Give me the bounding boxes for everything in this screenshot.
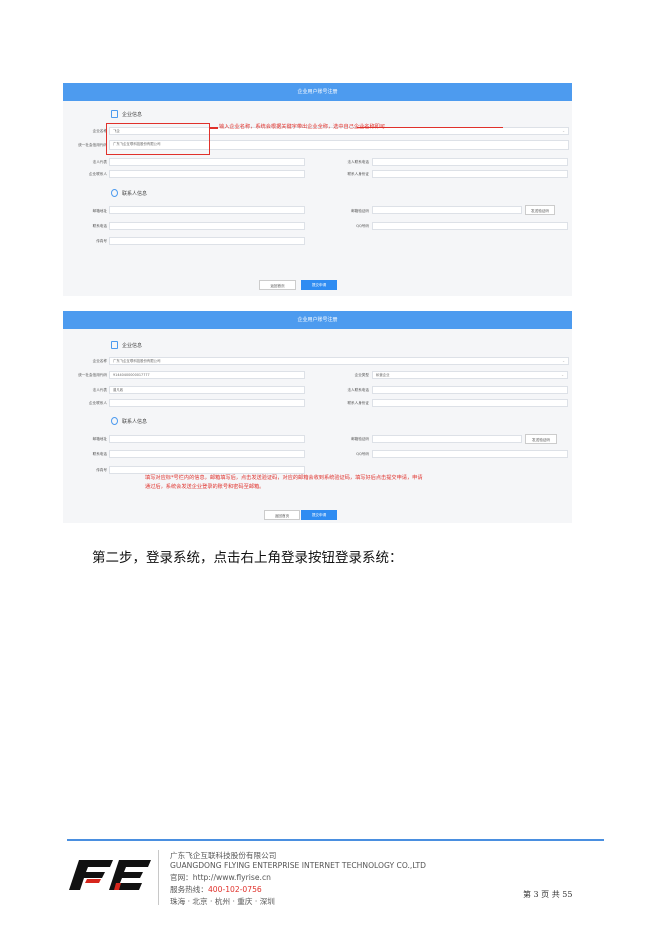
legal-rep-input[interactable] bbox=[109, 158, 305, 166]
email-code-label: 邮箱验证码 bbox=[351, 209, 369, 213]
send-code-button[interactable]: 发送验证码 bbox=[525, 434, 557, 444]
document-icon bbox=[111, 110, 118, 118]
footer-rule bbox=[67, 839, 604, 841]
document-icon bbox=[111, 341, 118, 349]
credit-code-label: 统一社会信用代码 bbox=[78, 143, 107, 147]
registration-form-screenshot-2: 企业用户账号注册 企业信息 企业名称 广东飞企互联科技股份有限公司 ⌄ 统一社会信… bbox=[63, 311, 572, 523]
email-code-input[interactable] bbox=[372, 206, 522, 214]
section-company-info: 企业信息 bbox=[111, 341, 142, 349]
company-logo: FE bbox=[69, 860, 151, 890]
legal-rep-input[interactable]: 曾凡政 bbox=[109, 386, 305, 394]
footer-cities: 珠海 · 北京 · 杭州 · 重庆 · 深圳 bbox=[170, 897, 275, 906]
company-contact-input[interactable] bbox=[109, 399, 305, 407]
page-number: 第 3 页 共 55 bbox=[523, 890, 573, 899]
contact-id-label: 联系人身份证 bbox=[347, 172, 369, 176]
email-label: 邮箱地址 bbox=[92, 437, 107, 441]
chevron-down-icon: ⌄ bbox=[562, 129, 565, 133]
footer-company-en: GUANGDONG FLYING ENTERPRISE INTERNET TEC… bbox=[170, 861, 427, 870]
submit-button[interactable]: 提交申请 bbox=[301, 280, 337, 290]
email-input[interactable] bbox=[109, 206, 305, 214]
company-type-label: 企业类型 bbox=[354, 373, 369, 377]
registration-form-screenshot-1: 企业用户账号注册 企业信息 企业名称 飞企 ⌄ 统一社会信用代码 广东飞企互联科技… bbox=[63, 83, 572, 296]
contact-id-label: 联系人身份证 bbox=[347, 401, 369, 405]
fax-label: 传真号 bbox=[96, 468, 107, 472]
footer-divider bbox=[158, 850, 159, 905]
qq-label: QQ号码 bbox=[356, 224, 369, 228]
footer-company-cn: 广东飞企互联科技股份有限公司 bbox=[170, 851, 277, 860]
qq-input[interactable] bbox=[372, 450, 568, 458]
section-company-info: 企业信息 bbox=[111, 110, 142, 118]
credit-code-label: 统一社会信用代码 bbox=[78, 373, 107, 377]
contact-id-input[interactable] bbox=[372, 170, 568, 178]
email-code-label: 邮箱验证码 bbox=[351, 437, 369, 441]
contact-id-input[interactable] bbox=[372, 399, 568, 407]
fax-input[interactable] bbox=[109, 237, 305, 245]
phone-input[interactable] bbox=[109, 222, 305, 230]
annotation-note-line1: 填写对应标*号栏内的信息，邮箱填写后，点击发送验证码，对应的邮箱会收到系统验证码… bbox=[145, 475, 423, 481]
person-icon bbox=[111, 417, 118, 425]
send-code-button[interactable]: 发送验证码 bbox=[525, 205, 555, 215]
legal-rep-label: 法人代表 bbox=[92, 388, 107, 392]
person-icon bbox=[111, 189, 118, 197]
company-name-input[interactable]: 广东飞企互联科技股份有限公司 ⌄ bbox=[109, 357, 569, 365]
legal-rep-label: 法人代表 bbox=[92, 160, 107, 164]
legal-phone-input[interactable] bbox=[372, 386, 568, 394]
legal-phone-label: 法人联系电话 bbox=[347, 388, 369, 392]
hotline-number: 400-102-0756 bbox=[207, 885, 262, 894]
footer-website: 官网：http://www.flyrise.cn bbox=[170, 873, 271, 882]
form-header: 企业用户账号注册 bbox=[63, 311, 572, 329]
annotation-note-line2: 通过后，系统会发送企业登录的账号和密码至邮箱。 bbox=[145, 484, 265, 490]
credit-code-input[interactable]: 91440400000017777 bbox=[109, 371, 305, 379]
phone-input[interactable] bbox=[109, 450, 305, 458]
company-name-label: 企业名称 bbox=[92, 129, 107, 133]
website-link[interactable]: http://www.flyrise.cn bbox=[193, 873, 271, 882]
fax-input[interactable] bbox=[109, 466, 305, 474]
legal-phone-label: 法人联系电话 bbox=[347, 160, 369, 164]
form-header: 企业用户账号注册 bbox=[63, 83, 572, 101]
fax-label: 传真号 bbox=[96, 239, 107, 243]
email-label: 邮箱地址 bbox=[92, 209, 107, 213]
company-contact-input[interactable] bbox=[109, 170, 305, 178]
section-contact-info: 联系人信息 bbox=[111, 417, 147, 425]
qq-label: QQ号码 bbox=[356, 452, 369, 456]
phone-label: 联系电话 bbox=[92, 224, 107, 228]
step-instruction: 第二步，登录系统，点击右上角登录按钮登录系统： bbox=[92, 550, 403, 566]
section-contact-info: 联系人信息 bbox=[111, 189, 147, 197]
email-code-input[interactable] bbox=[372, 435, 522, 443]
phone-label: 联系电话 bbox=[92, 452, 107, 456]
chevron-down-icon: ⌄ bbox=[562, 359, 565, 363]
back-home-button[interactable]: 返回首页 bbox=[264, 510, 300, 520]
highlight-box bbox=[106, 123, 210, 155]
company-type-select[interactable]: 私营企业 ⌄ bbox=[372, 371, 568, 379]
company-contact-label: 企业联系人 bbox=[89, 172, 107, 176]
footer-hotline: 服务热线：400-102-0756 bbox=[170, 885, 262, 894]
company-contact-label: 企业联系人 bbox=[89, 401, 107, 405]
chevron-down-icon: ⌄ bbox=[561, 373, 564, 377]
submit-button[interactable]: 提交申请 bbox=[301, 510, 337, 520]
back-home-button[interactable]: 返回首页 bbox=[259, 280, 296, 290]
annotation-underline bbox=[357, 127, 503, 128]
company-name-label: 企业名称 bbox=[92, 359, 107, 363]
email-input[interactable] bbox=[109, 435, 305, 443]
legal-phone-input[interactable] bbox=[372, 158, 568, 166]
qq-input[interactable] bbox=[372, 222, 568, 230]
annotation-pointer bbox=[210, 127, 218, 129]
